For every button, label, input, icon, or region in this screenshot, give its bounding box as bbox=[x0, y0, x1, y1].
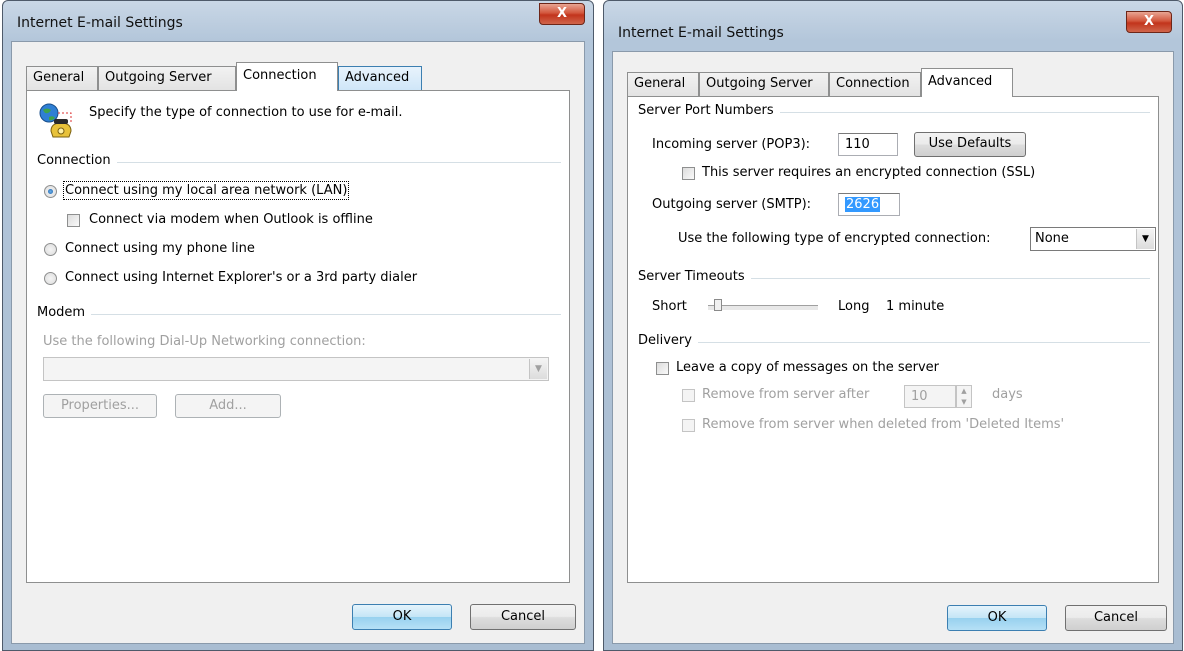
use-defaults-button[interactable]: Use Defaults bbox=[914, 132, 1026, 157]
radio-lan[interactable] bbox=[44, 185, 57, 198]
delivery-group: Delivery bbox=[638, 333, 1150, 349]
tab-outgoing-server[interactable]: Outgoing Server bbox=[98, 66, 236, 90]
intro-text: Specify the type of connection to use fo… bbox=[89, 105, 403, 120]
radio-phone-line[interactable] bbox=[44, 243, 57, 256]
incoming-server-port-input[interactable]: 110 bbox=[838, 133, 898, 156]
timeout-slider-thumb[interactable] bbox=[714, 299, 722, 311]
dialup-label: Use the following Dial-Up Networking con… bbox=[43, 334, 366, 349]
outgoing-server-port-input[interactable]: 2626 bbox=[838, 193, 900, 216]
radio-lan-wrapper: Connect using my local area network (LAN… bbox=[62, 181, 350, 200]
modem-group: Modem bbox=[37, 305, 561, 321]
checkbox-modem-offline[interactable] bbox=[67, 214, 80, 227]
remove-after-days-input[interactable]: 10 bbox=[904, 385, 956, 408]
encryption-type-select[interactable]: None ▼ bbox=[1030, 227, 1156, 251]
encryption-type-label: Use the following type of encrypted conn… bbox=[678, 231, 991, 246]
server-port-numbers-label: Server Port Numbers bbox=[638, 103, 780, 118]
checkbox-ssl[interactable] bbox=[682, 167, 695, 180]
timeout-slider-track[interactable] bbox=[708, 305, 818, 311]
title-bar[interactable]: Internet E-mail Settings X bbox=[3, 1, 593, 41]
chevron-down-icon: ▼ bbox=[1136, 229, 1154, 249]
timeout-short-label: Short bbox=[652, 299, 687, 314]
incoming-server-label: Incoming server (POP3): bbox=[652, 137, 811, 152]
dialog-title: Internet E-mail Settings bbox=[17, 15, 183, 31]
server-timeouts-group: Server Timeouts bbox=[638, 269, 1150, 285]
dialup-connection-select[interactable]: ▼ bbox=[43, 357, 549, 381]
radio-third-party-dialer[interactable] bbox=[44, 272, 57, 285]
properties-button[interactable]: Properties... bbox=[43, 394, 157, 418]
server-port-numbers-group: Server Port Numbers bbox=[638, 103, 1150, 119]
tab-connection[interactable]: Connection bbox=[236, 62, 338, 91]
chevron-down-icon: ▼ bbox=[529, 359, 547, 379]
checkbox-leave-copy-label[interactable]: Leave a copy of messages on the server bbox=[676, 360, 939, 375]
cancel-button[interactable]: Cancel bbox=[470, 604, 576, 630]
connection-group-label: Connection bbox=[37, 153, 117, 168]
timeout-long-label: Long bbox=[838, 299, 870, 314]
tab-outgoing-server[interactable]: Outgoing Server bbox=[699, 72, 829, 96]
dialog-client-area: General Outgoing Server Connection Advan… bbox=[11, 41, 585, 644]
radio-lan-label[interactable]: Connect using my local area network (LAN… bbox=[62, 181, 350, 200]
close-icon: X bbox=[556, 6, 568, 21]
add-button[interactable]: Add... bbox=[175, 394, 281, 418]
dialog-client-area: General Outgoing Server Connection Advan… bbox=[612, 51, 1174, 644]
title-bar[interactable]: Internet E-mail Settings X bbox=[604, 1, 1182, 41]
spinner-up-icon[interactable]: ▲ bbox=[957, 386, 971, 397]
days-label: days bbox=[992, 387, 1023, 402]
checkbox-remove-when-deleted[interactable] bbox=[682, 419, 695, 432]
dialog-internet-email-settings-connection: Internet E-mail Settings X General Outgo… bbox=[2, 0, 594, 651]
cancel-button[interactable]: Cancel bbox=[1065, 605, 1167, 631]
modem-group-label: Modem bbox=[37, 305, 92, 320]
checkbox-remove-after[interactable] bbox=[682, 389, 695, 402]
remove-after-days-spinner[interactable]: ▲ ▼ bbox=[956, 385, 972, 408]
delivery-group-label: Delivery bbox=[638, 333, 698, 348]
dialog-title: Internet E-mail Settings bbox=[618, 25, 784, 41]
ok-button[interactable]: OK bbox=[947, 605, 1047, 631]
checkbox-remove-after-label[interactable]: Remove from server after bbox=[702, 387, 869, 402]
server-timeouts-label: Server Timeouts bbox=[638, 269, 751, 284]
tab-general[interactable]: General bbox=[627, 72, 699, 96]
checkbox-modem-offline-label[interactable]: Connect via modem when Outlook is offlin… bbox=[89, 212, 373, 227]
checkbox-leave-copy[interactable] bbox=[656, 362, 669, 375]
close-button[interactable]: X bbox=[539, 3, 585, 25]
checkbox-ssl-label[interactable]: This server requires an encrypted connec… bbox=[702, 165, 1035, 180]
tab-connection[interactable]: Connection bbox=[829, 72, 921, 96]
close-button[interactable]: X bbox=[1126, 11, 1172, 33]
ok-button[interactable]: OK bbox=[352, 604, 452, 630]
radio-phone-line-label[interactable]: Connect using my phone line bbox=[65, 241, 255, 256]
outgoing-server-port-value: 2626 bbox=[845, 197, 881, 212]
spinner-down-icon[interactable]: ▼ bbox=[957, 397, 971, 408]
close-icon: X bbox=[1143, 14, 1155, 29]
connection-group: Connection bbox=[37, 153, 561, 169]
globe-phone-icon bbox=[37, 101, 81, 145]
outgoing-server-label: Outgoing server (SMTP): bbox=[652, 197, 812, 212]
tab-advanced[interactable]: Advanced bbox=[921, 68, 1013, 97]
tab-panel-connection: Specify the type of connection to use fo… bbox=[26, 90, 570, 583]
tab-panel-advanced: Server Port Numbers Incoming server (POP… bbox=[627, 96, 1159, 583]
tab-advanced[interactable]: Advanced bbox=[338, 66, 422, 90]
radio-third-party-dialer-label[interactable]: Connect using Internet Explorer's or a 3… bbox=[65, 270, 417, 285]
dialog-internet-email-settings-advanced: Internet E-mail Settings X General Outgo… bbox=[603, 0, 1183, 651]
timeout-value: 1 minute bbox=[886, 299, 945, 314]
tab-general[interactable]: General bbox=[26, 66, 98, 90]
checkbox-remove-when-deleted-label[interactable]: Remove from server when deleted from 'De… bbox=[702, 417, 1064, 432]
encryption-type-value: None bbox=[1035, 231, 1069, 246]
